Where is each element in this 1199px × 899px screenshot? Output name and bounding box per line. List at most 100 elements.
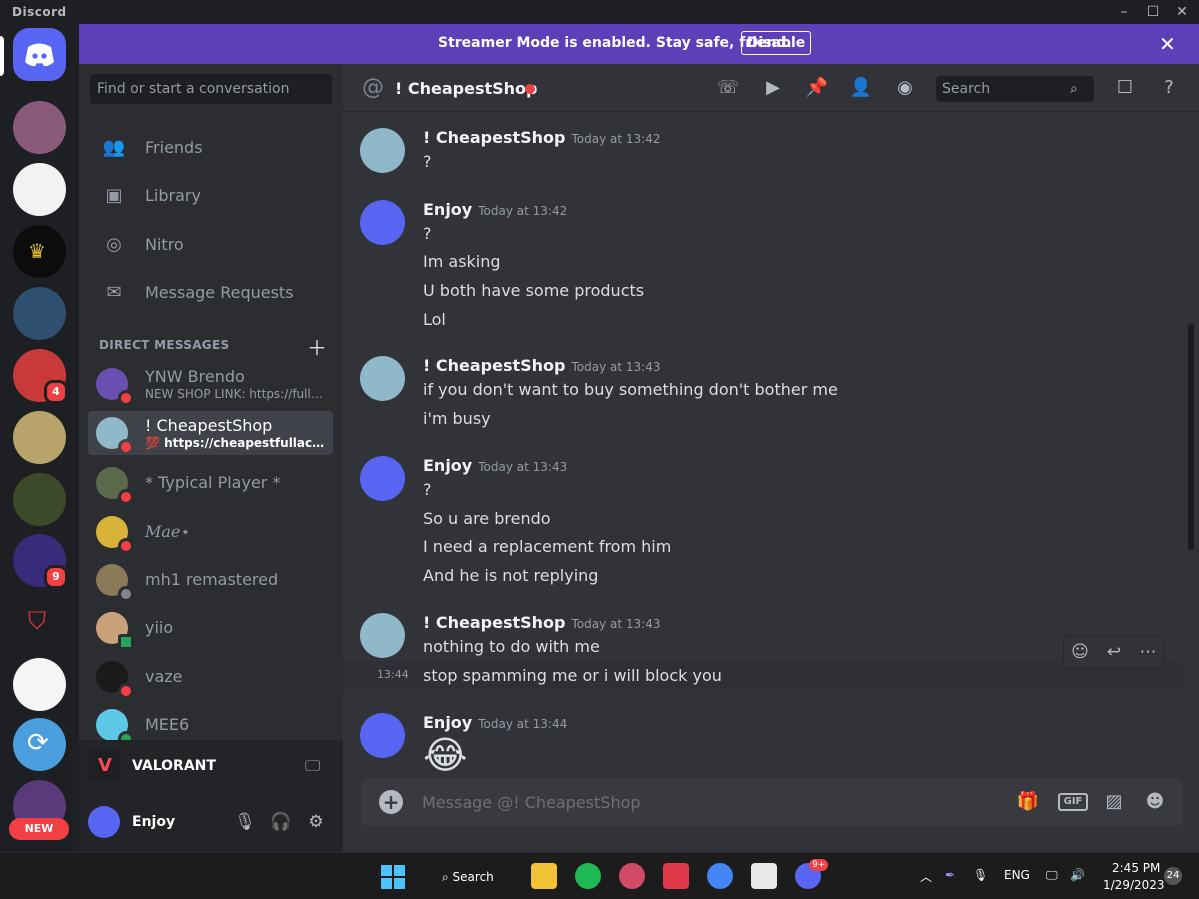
dm-item[interactable]: mh1 remastered	[88, 558, 333, 602]
microphone-icon[interactable]: 🎙	[233, 810, 257, 834]
server-vovovo[interactable]	[13, 163, 66, 216]
volume-icon[interactable]: 🔊	[1070, 868, 1085, 882]
gear-icon[interactable]: ⚙	[304, 810, 328, 834]
taskbar-search[interactable]: ⌕ Search	[433, 861, 505, 893]
message-text: So u are brendo	[423, 509, 551, 528]
message-actions-toolbar: ☺ ↩ ⋯	[1063, 635, 1165, 669]
nav-nitro[interactable]: ◎ Nitro	[88, 224, 333, 266]
server-avatar[interactable]	[13, 101, 66, 154]
pin-icon[interactable]: 📌	[805, 76, 829, 100]
message-text: U both have some products	[423, 281, 645, 300]
message-timestamp: Today at 13:42	[571, 132, 661, 146]
avatar[interactable]	[360, 128, 405, 173]
color-app-icon[interactable]	[619, 863, 645, 889]
file-explorer-icon[interactable]	[531, 863, 557, 889]
clock-time[interactable]: 2:45 PM	[1112, 861, 1160, 875]
chevron-up-icon[interactable]: ︿	[920, 868, 932, 885]
nav-library[interactable]: ▣ Library	[88, 175, 333, 217]
avatar[interactable]	[360, 200, 405, 245]
friends-icon: 👥	[102, 137, 126, 158]
mobile-status-icon	[118, 634, 134, 650]
valorant-taskbar-icon[interactable]	[663, 863, 689, 889]
search-input[interactable]: Search ⌕	[936, 76, 1094, 102]
gift-icon[interactable]: 🎁	[1015, 790, 1041, 814]
avatar[interactable]	[360, 713, 405, 758]
maximize-icon[interactable]: ☐	[1142, 2, 1164, 22]
server-enjoy[interactable]	[13, 658, 66, 711]
emoji-icon[interactable]: ☻	[1142, 790, 1168, 814]
message-author[interactable]: Enjoy Today at 13:42	[423, 200, 567, 219]
reply-icon[interactable]: ↩	[1102, 640, 1126, 664]
server-character[interactable]	[13, 287, 66, 340]
headphones-icon[interactable]: 🎧	[269, 810, 293, 834]
dm-item-selected[interactable]: ! CheapestShop 💯 https://cheapestfullacc…	[88, 411, 333, 455]
close-window-icon[interactable]: ✕	[1171, 2, 1193, 22]
avatar[interactable]	[360, 456, 405, 501]
dnd-status-icon	[118, 390, 134, 406]
library-icon: ▣	[105, 185, 123, 206]
nav-friends[interactable]: 👥 Friends	[88, 127, 333, 169]
find-conversation-button[interactable]: Find or start a conversation	[90, 74, 332, 104]
dm-item[interactable]: yiio	[88, 606, 333, 650]
voice-call-icon[interactable]: ☏	[716, 76, 740, 100]
windows-start-icon[interactable]	[381, 865, 405, 889]
dnd-status-icon	[118, 683, 134, 699]
avatar[interactable]	[88, 806, 120, 838]
avatar[interactable]	[360, 613, 405, 658]
shield-icon: ⛉	[28, 607, 46, 635]
notification-count[interactable]: 24	[1164, 867, 1182, 885]
scrollbar[interactable]	[1188, 324, 1194, 550]
server-warrior[interactable]	[13, 473, 66, 526]
nav-label: Friends	[145, 138, 203, 157]
help-icon[interactable]: ?	[1157, 76, 1181, 100]
message-input[interactable]	[422, 778, 1002, 826]
microphone-icon[interactable]: 🎙	[973, 868, 988, 882]
message-author[interactable]: ! CheapestShop Today at 13:42	[423, 128, 660, 147]
chat-title: ! CheapestShop	[395, 79, 538, 98]
message-composer: + 🎁 GIF ▨ ☻	[361, 778, 1183, 826]
chrome-icon[interactable]	[707, 863, 733, 889]
server-crown[interactable]: ♛	[13, 225, 66, 278]
disable-streamer-button[interactable]: Disable	[741, 31, 811, 55]
server-shield[interactable]: ⛉	[13, 596, 66, 649]
dm-item[interactable]: vaze	[88, 655, 333, 699]
more-options-icon[interactable]: ⋯	[1136, 640, 1160, 664]
dm-name: vaze	[145, 667, 183, 686]
nav-message-requests[interactable]: ✉ Message Requests	[88, 272, 333, 314]
message-text: if you don't want to buy something don't…	[423, 380, 838, 399]
server-hero[interactable]	[13, 411, 66, 464]
message-author[interactable]: Enjoy Today at 13:43	[423, 456, 567, 475]
attach-plus-icon[interactable]: +	[379, 790, 403, 814]
video-call-icon[interactable]: ▶	[761, 76, 785, 100]
spotify-icon[interactable]	[575, 863, 601, 889]
message-author[interactable]: ! CheapestShop Today at 13:43	[423, 356, 660, 375]
display-icon[interactable]: 🖵	[1046, 868, 1058, 883]
home-button[interactable]	[13, 28, 66, 81]
pen-icon[interactable]: ✒	[945, 868, 955, 882]
add-friend-icon[interactable]: 👤	[849, 76, 873, 100]
message-text: ?	[423, 224, 432, 243]
app-name: Discord	[12, 5, 67, 19]
screen-share-icon[interactable]: 🖵	[305, 756, 320, 776]
dm-item[interactable]: 𝑀𝑎𝑒⋆	[88, 510, 333, 554]
clock-date[interactable]: 1/29/2023	[1103, 878, 1165, 892]
nav-label: Nitro	[145, 235, 184, 254]
minimize-icon[interactable]: –	[1113, 2, 1135, 22]
streamer-mode-text: Streamer Mode is enabled. Stay safe, fri…	[438, 35, 792, 51]
server-sync[interactable]: ⟳	[13, 718, 66, 771]
dm-item[interactable]: YNW Brendo NEW SHOP LINK: https://fulla.…	[88, 362, 333, 406]
sticker-icon[interactable]: ▨	[1101, 790, 1127, 814]
pdf-reader-icon[interactable]	[751, 863, 777, 889]
message-author[interactable]: Enjoy Today at 13:44	[423, 713, 567, 732]
add-reaction-icon[interactable]: ☺	[1068, 640, 1092, 664]
message-text: ?	[423, 152, 432, 171]
close-icon[interactable]: ✕	[1159, 32, 1176, 56]
avatar[interactable]	[360, 356, 405, 401]
user-profile-icon[interactable]: ◉	[893, 76, 917, 100]
language-indicator[interactable]: ENG	[1004, 868, 1030, 882]
create-dm-icon[interactable]: ＋	[307, 332, 327, 361]
message-author[interactable]: ! CheapestShop Today at 13:43	[423, 613, 660, 632]
dm-item[interactable]: * Typical Player *	[88, 461, 333, 505]
gif-button[interactable]: GIF	[1058, 793, 1088, 811]
inbox-icon[interactable]: ☐	[1113, 76, 1137, 100]
